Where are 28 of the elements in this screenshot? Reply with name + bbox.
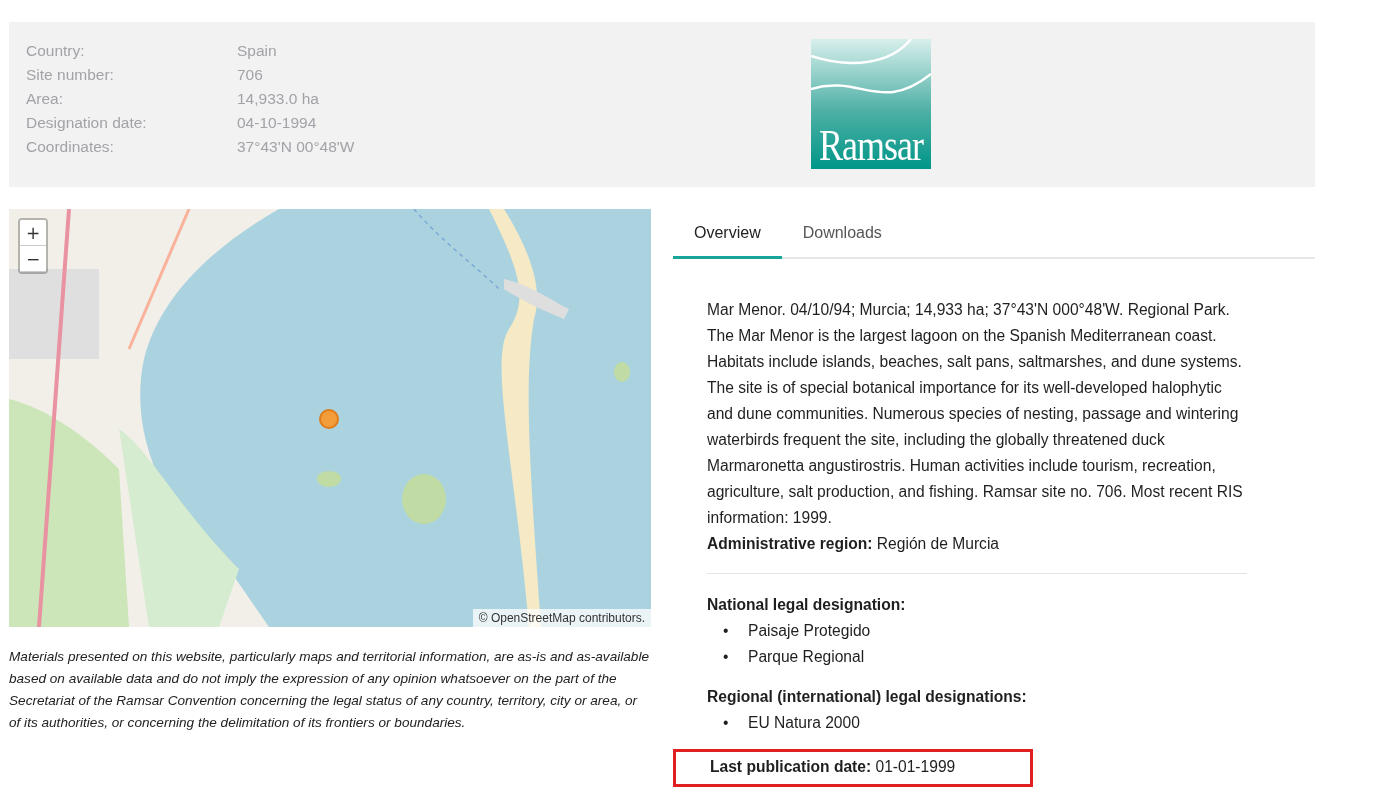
list-item: EU Natura 2000	[748, 713, 860, 733]
administrative-region: Administrative region: Región de Murcia	[707, 534, 1001, 554]
tab[interactable]: Overview	[673, 209, 782, 259]
field-value: 14,933.0 ha	[237, 90, 320, 108]
list-item: Paisaje Protegido	[748, 621, 871, 641]
field-label: Site number:	[26, 66, 115, 84]
field-label: Coordinates:	[26, 138, 115, 156]
field-value: 706	[237, 66, 264, 84]
bullet: •	[723, 713, 730, 733]
bullet: •	[723, 647, 730, 667]
section-heading: National legal designation:	[707, 595, 907, 615]
disclaimer-text: Materials presented on this website, particularly maps and territorial information, are as-is and as-available based on available data and do not imply the expression of any opinion whatsoever on the part of the Secretariat of the Ramsar Convention concerning the legal status of any country, territory, city or area, or of its authorities, or concerning the delimitation of its frontiers or boundaries.	[9, 648, 650, 732]
ramsar-logo: Ramsar	[811, 39, 931, 169]
site-description: Mar Menor. 04/10/94; Murcia; 14,933 ha; 37°43'N 000°48'W. Regional Park. The Mar Menor is the largest lagoon on the Spanish Mediterranean coast. Habitats include islands, beaches, salt pans, saltmarshes, and dune systems. The site is of special botanical importance for its well-developed halophytic and dune communities. Numerous species of nesting, passage and wintering waterbirds frequent the site, including the globally threatened duck Marmaronetta angustirostris. Human activities include tourism, recreation, agriculture, salt production, and fishing. Ramsar site no. 706. Most recent RIS information: 1999.	[707, 300, 1244, 528]
last-publication-date: Last publication date: 01-01-1999	[673, 749, 1033, 787]
field-value: Spain	[237, 42, 278, 60]
field-label: Country:	[26, 42, 86, 60]
section-heading: Regional (international) legal designations:	[707, 687, 1028, 707]
field-label: Area:	[26, 90, 65, 108]
field-label: Designation date:	[26, 114, 148, 132]
tab[interactable]: Downloads	[781, 209, 903, 259]
field-value: 04-10-1994	[237, 114, 318, 132]
list-item: Parque Regional	[748, 647, 865, 667]
bullet: •	[723, 621, 730, 641]
field-value: 37°43'N 00°48'W	[237, 138, 356, 156]
zoom-in-button[interactable]: +	[20, 220, 46, 246]
map-attribution: © OpenStreetMap contributors.	[472, 609, 651, 627]
zoom-out-button[interactable]: −	[20, 246, 46, 272]
